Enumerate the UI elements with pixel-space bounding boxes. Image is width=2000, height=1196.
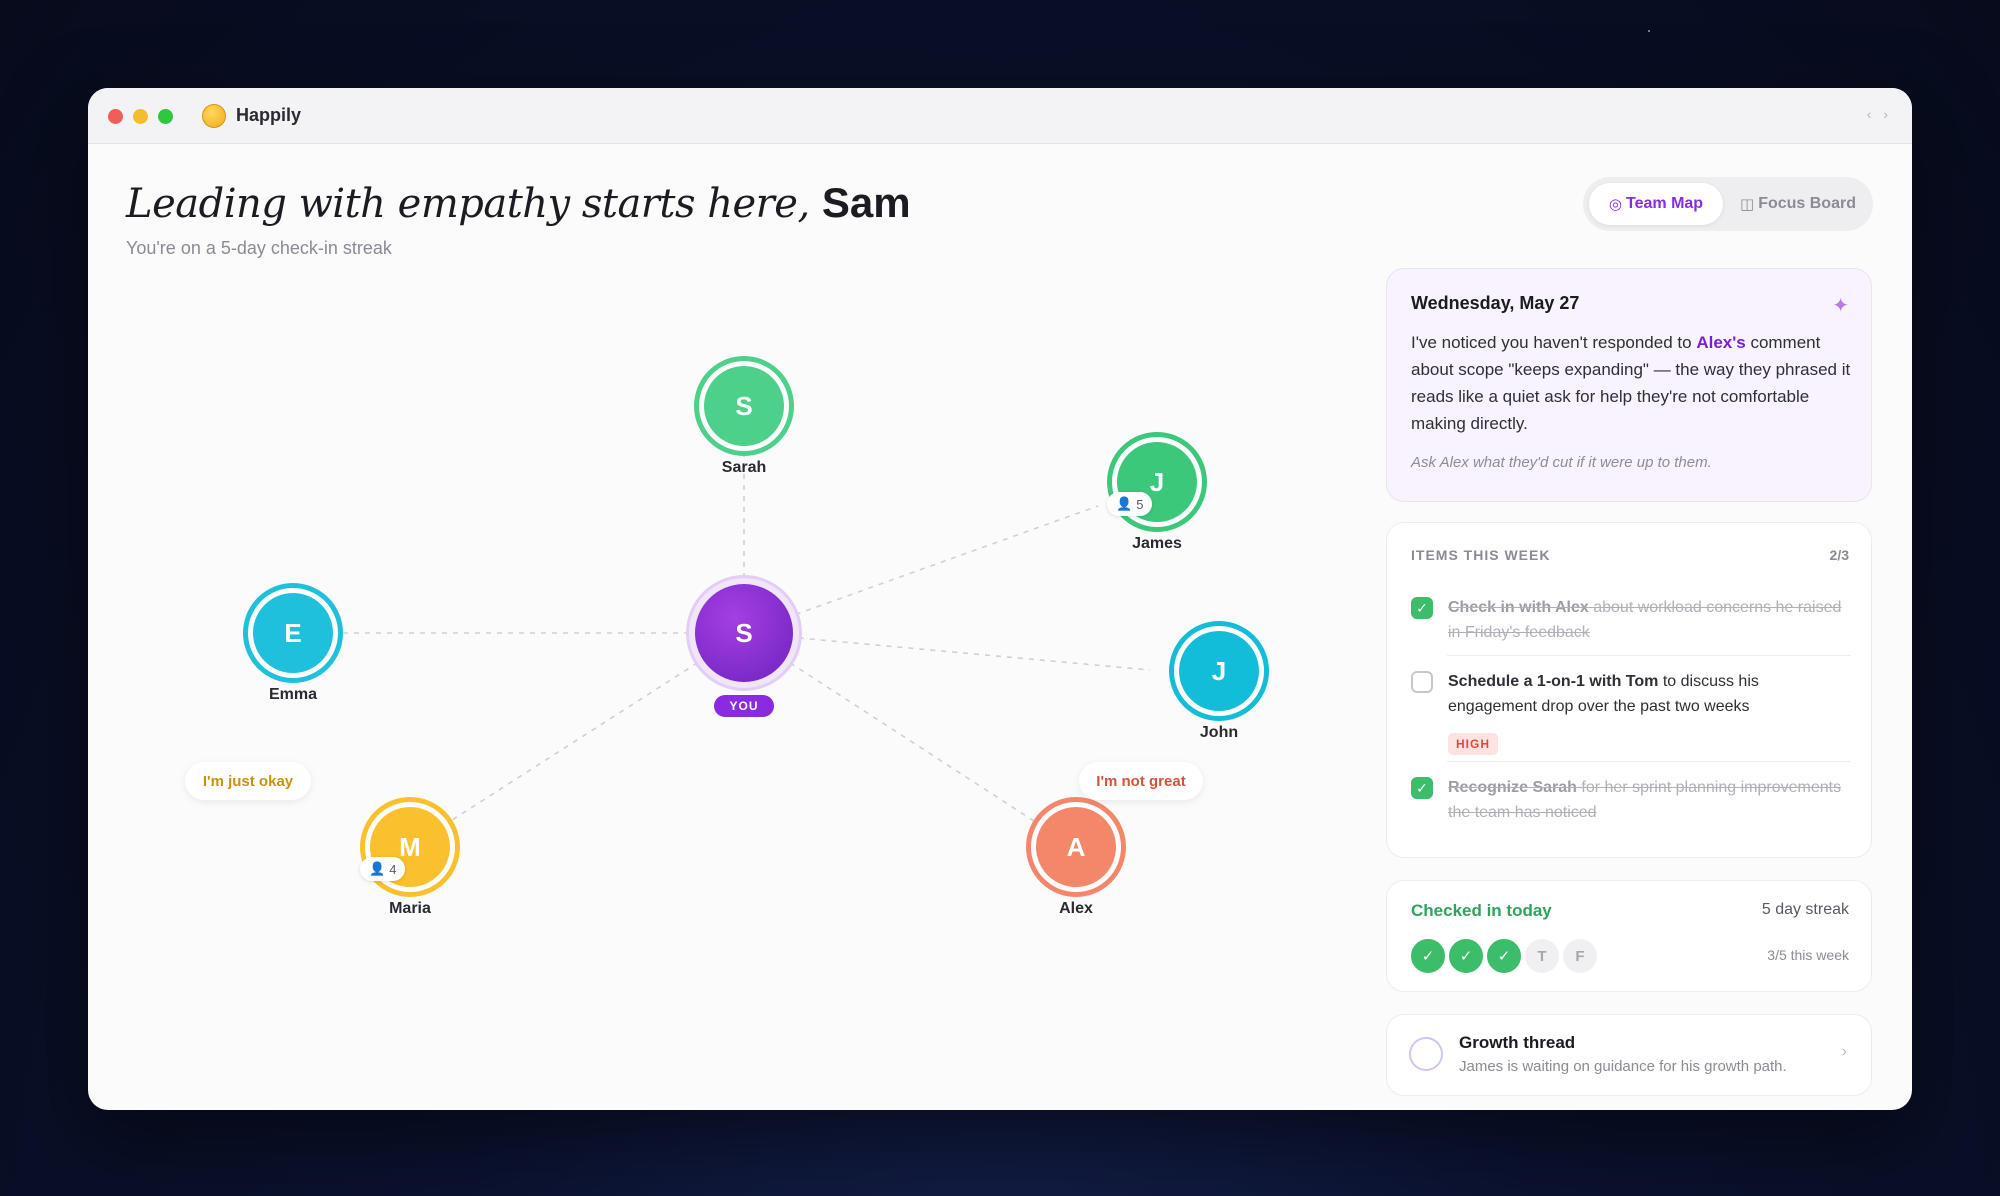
center-node-you[interactable]: S (686, 575, 802, 691)
priority-badge: HIGH (1448, 733, 1498, 755)
items-heading: ITEMS THIS WEEK (1411, 547, 1551, 563)
member-node-alex[interactable]: A (1026, 797, 1126, 897)
member-node-sarah[interactable]: S (694, 356, 794, 456)
insight-card: Wednesday, May 27 ✦ I've noticed you hav… (1386, 268, 1872, 502)
greeting-name: Sam (821, 179, 911, 226)
edge-john (743, 632, 1151, 671)
items-count: 2/3 (1829, 547, 1849, 563)
member-avatar-alex: A (1036, 807, 1116, 887)
items-card: ITEMS THIS WEEK 2/3 ✓ Check in with Alex… (1386, 522, 1872, 858)
insight-highlight[interactable]: Alex's (1696, 333, 1745, 352)
insight-prompt: Ask Alex what they'd cut if it were up t… (1411, 454, 1712, 471)
day-dot-done: ✓ (1485, 937, 1523, 975)
task-text: Recognize Sarah for her sprint planning … (1448, 775, 1848, 825)
member-initial-sarah: S (735, 390, 753, 421)
you-tag: YOU (714, 695, 774, 717)
edge-alex (743, 632, 1075, 848)
center-node-initial: S (735, 617, 753, 648)
growth-subtitle: James is waiting on guidance for his gro… (1459, 1058, 1787, 1075)
member-name-sarah: Sarah (721, 459, 767, 476)
member-name-alex: Alex (1059, 900, 1093, 917)
task-title: Check in with Alex (1448, 599, 1589, 616)
checkin-week-progress: 3/5 this week (1767, 947, 1849, 963)
greeting-text: Leading with empathy starts here, (126, 181, 810, 227)
day-dot-pending: T (1523, 937, 1561, 975)
person-icon: 👤 (1116, 496, 1133, 511)
day-dot-done: ✓ (1409, 937, 1447, 975)
tab-focus-board-label: Focus Board (1758, 195, 1856, 212)
task-checkbox-checked[interactable]: ✓ (1411, 597, 1433, 619)
checkin-card: Checked in today 5 day streak ✓ ✓ ✓ T F … (1386, 880, 1872, 992)
chevron-right-icon: › (1841, 1043, 1847, 1060)
member-avatar-emma: E (253, 593, 333, 673)
day-dot-done: ✓ (1447, 937, 1485, 975)
progress-ring-icon (1409, 1037, 1443, 1071)
member-initial-maria: M (399, 831, 421, 862)
tab-team-map[interactable]: ◎ Team Map (1589, 183, 1723, 225)
view-toggle: ◎ Team Map ◫ Focus Board (1583, 177, 1873, 231)
background-star (1648, 30, 1650, 32)
app-window: Happily ‹ › S YOU S Sarah J 👤 5 James E … (88, 88, 1912, 1110)
member-name-john: John (1199, 724, 1239, 741)
task-text: Check in with Alex about workload concer… (1448, 595, 1848, 645)
member-avatar-sarah: S (704, 366, 784, 446)
task-title: Recognize Sarah (1448, 779, 1577, 796)
member-node-emma[interactable]: E (243, 583, 343, 683)
growth-title: Growth thread (1459, 1033, 1576, 1052)
task-checkbox-unchecked[interactable] (1411, 671, 1433, 693)
tab-team-map-label: Team Map (1626, 195, 1704, 212)
page-title: Leading with empathy starts here, Sam (126, 178, 911, 228)
growth-thread-card[interactable]: Growth thread James is waiting on guidan… (1386, 1014, 1872, 1096)
member-name-maria: Maria (389, 900, 431, 917)
focus-board-icon: ◫ (1740, 196, 1755, 213)
center-node-avatar: S (695, 584, 793, 682)
tab-focus-board[interactable]: ◫ Focus Board (1729, 183, 1867, 225)
insight-date: Wednesday, May 27 (1411, 293, 1580, 313)
member-initial-john: J (1211, 655, 1227, 686)
reports-badge-james: 👤 5 (1107, 492, 1153, 516)
task-title: Schedule a 1-on-1 with Tom (1448, 673, 1659, 690)
member-name-emma: Emma (268, 686, 318, 703)
team-map-icon: ◎ (1608, 196, 1623, 213)
task-text: Schedule a 1-on-1 with Tom to discuss hi… (1448, 669, 1848, 719)
member-initial-emma: E (284, 617, 302, 648)
task-checkbox-checked[interactable]: ✓ (1411, 777, 1433, 799)
member-node-james[interactable]: J (1107, 432, 1207, 532)
edge-maria (409, 632, 745, 848)
member-node-maria[interactable]: M (360, 797, 460, 897)
person-icon: 👤 (369, 861, 386, 876)
reports-count-james: 5 (1136, 496, 1144, 512)
checkin-streak: 5 day streak (1761, 901, 1849, 918)
mood-bubble-alex: I'm not great (1079, 762, 1203, 800)
reports-count-maria: 4 (389, 861, 397, 877)
member-name-james: James (1132, 535, 1182, 552)
insight-body-pre: I've noticed you haven't responded to (1411, 333, 1697, 352)
task-divider (1447, 761, 1851, 762)
member-initial-alex: A (1066, 831, 1086, 862)
day-dot-pending: F (1561, 937, 1599, 975)
mood-bubble-maria: I'm just okay (185, 762, 311, 800)
reports-badge-maria: 👤 4 (360, 857, 406, 881)
member-avatar-john: J (1179, 631, 1259, 711)
streak-subtitle: You're on a 5-day check-in streak (126, 238, 392, 258)
checkin-title: Checked in today (1411, 901, 1552, 920)
member-node-john[interactable]: J (1169, 621, 1269, 721)
sparkle-icon: ✦ (1832, 295, 1849, 317)
task-divider (1447, 655, 1851, 656)
nav-arrows-icon[interactable]: ‹ › (1867, 106, 1892, 122)
member-initial-james: J (1149, 466, 1165, 497)
insight-body: I've noticed you haven't responded to Al… (1411, 329, 1851, 437)
